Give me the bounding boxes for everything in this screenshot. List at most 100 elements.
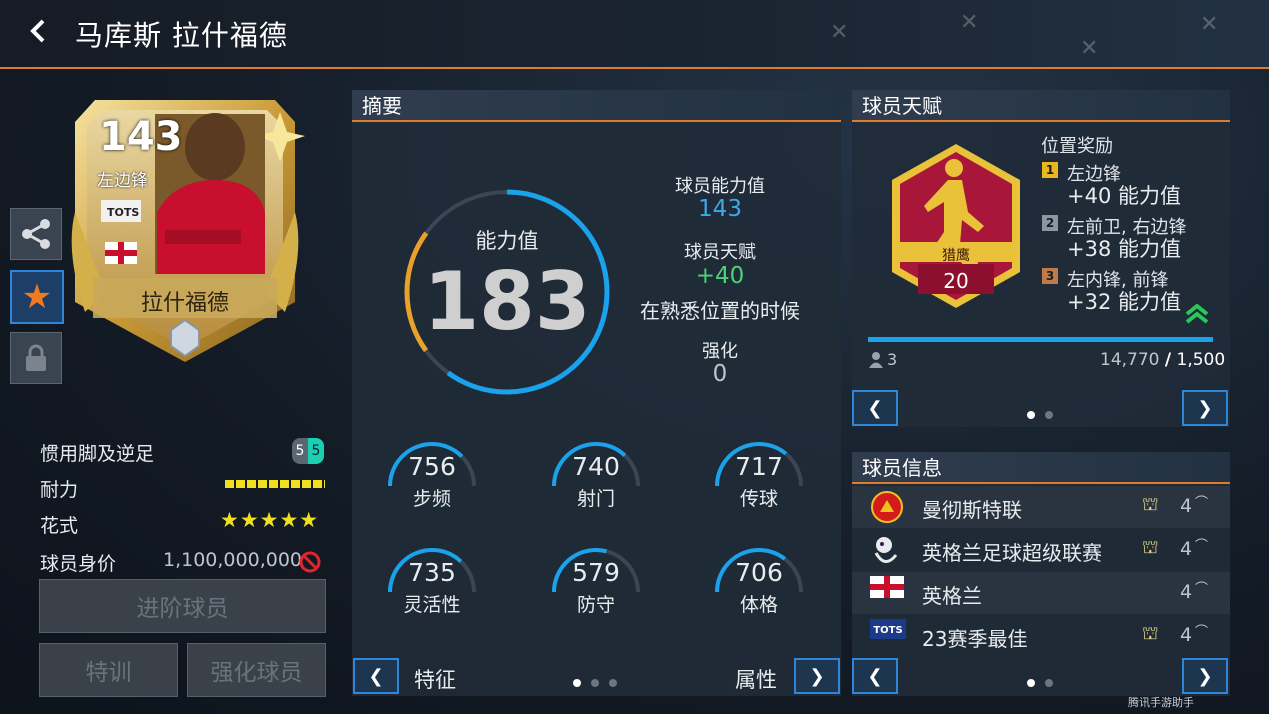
train-button[interactable]: 特训 — [39, 643, 178, 697]
stamina-label: 耐力 — [40, 479, 79, 501]
player-ovr-label: 球员能力值 — [675, 176, 765, 197]
attribute-value: 735 — [408, 558, 456, 587]
attribute-1: 740 射门 — [541, 440, 651, 530]
info-row-num: 4 — [1180, 624, 1193, 646]
attribute-label: 灵活性 — [403, 594, 461, 616]
summary-footer-right: 属性 — [735, 668, 777, 692]
attribute-value: 579 — [572, 558, 620, 587]
wifi-icon: ⌒ — [1195, 539, 1209, 554]
bonus-value: +32 能力值 — [1067, 290, 1181, 314]
price-label: 球员身价 — [40, 553, 117, 575]
advance-player-button[interactable]: 进阶球员 — [39, 579, 326, 633]
chemistry-icon: ⛫ — [1142, 494, 1159, 515]
bonus-rank-badge: 3 — [1042, 268, 1058, 284]
decor-cross-icon: ✕ — [1080, 36, 1099, 61]
info-row[interactable]: 曼彻斯特联 ⛫ 4 ⌒ — [852, 486, 1230, 528]
share-icon — [22, 219, 50, 249]
summary-title: 摘要 — [352, 90, 841, 122]
decor-cross-icon: ✕ — [960, 10, 979, 35]
talent-note: 在熟悉位置的时候 — [640, 299, 800, 323]
attribute-value: 740 — [572, 452, 620, 481]
decor-cross-icon: ✕ — [830, 20, 849, 45]
info-row[interactable]: 英格兰 4 ⌒ — [852, 572, 1230, 614]
pager-dot — [573, 679, 581, 687]
bonus-value: +40 能力值 — [1067, 184, 1181, 208]
bonus-value: +38 能力值 — [1067, 237, 1181, 261]
share-button[interactable] — [10, 208, 62, 260]
lock-icon — [26, 344, 46, 371]
wifi-icon: ⌒ — [1195, 582, 1209, 597]
info-row[interactable]: TOTS 23赛季最佳 ⛫ 4 ⌒ — [852, 615, 1230, 657]
chemistry-icon: ⛫ — [1142, 537, 1159, 558]
attribute-0: 756 步频 — [377, 440, 487, 530]
attribute-label: 体格 — [739, 594, 778, 616]
card-name: 拉什福德 — [140, 291, 229, 316]
wifi-icon: ⌒ — [1195, 625, 1209, 640]
price-value: 1,100,000,000 — [163, 549, 303, 571]
boost-value: 0 — [712, 361, 728, 387]
player-card[interactable]: 143 左边锋 TOTS 拉什福德 — [65, 92, 305, 367]
info-row-name: 曼彻斯特联 — [922, 498, 1022, 522]
watermark: 腾讯手游助手 — [1128, 696, 1194, 709]
strong-foot-value: 5 — [292, 438, 308, 464]
summary-footer-left: 特征 — [414, 668, 456, 692]
bonus-rank-badge: 1 — [1042, 162, 1058, 178]
attribute-value: 706 — [735, 558, 783, 587]
svg-text:TOTS: TOTS — [873, 625, 902, 636]
info-pager — [1022, 672, 1058, 691]
chemistry-icon: ⛫ — [1142, 623, 1159, 644]
wifi-icon: ⌒ — [1195, 496, 1209, 511]
attribute-5: 706 体格 — [704, 546, 814, 636]
decor-cross-icon: ✕ — [1200, 12, 1219, 37]
talent-progress-text: 14,770 / 1,500 — [1100, 350, 1226, 370]
info-row-num: 4 — [1180, 495, 1193, 517]
talent-value: +40 — [695, 263, 745, 289]
overall-value: 183 — [423, 255, 591, 348]
player-ovr-value: 143 — [698, 196, 742, 222]
league-icon — [870, 533, 900, 571]
pager-dot — [1027, 411, 1035, 419]
card-rating: 143 — [99, 114, 183, 160]
foot-rating: 5 5 — [292, 438, 324, 464]
summary-next-button[interactable]: ❯ — [794, 658, 840, 694]
boost-player-button[interactable]: 强化球员 — [187, 643, 326, 697]
star-icon: ★ — [21, 277, 53, 317]
talent-progress-bar — [868, 337, 1213, 342]
summary-prev-button[interactable]: ❮ — [353, 658, 399, 694]
back-button[interactable] — [22, 18, 54, 50]
info-row-name: 23赛季最佳 — [922, 627, 1028, 651]
talent-next-button[interactable]: ❯ — [1182, 390, 1228, 426]
attribute-value: 717 — [735, 452, 783, 481]
talent-prev-button[interactable]: ❮ — [852, 390, 898, 426]
info-row-name: 英格兰足球超级联赛 — [922, 541, 1102, 565]
attribute-label: 射门 — [576, 488, 615, 510]
chevron-left-icon — [30, 19, 45, 43]
info-next-button[interactable]: ❯ — [1182, 658, 1228, 694]
attribute-value: 756 — [408, 452, 456, 481]
boost-label: 强化 — [702, 341, 738, 362]
attribute-label: 步频 — [412, 488, 451, 510]
info-row-num: 4 — [1180, 581, 1193, 603]
weak-foot-value: 5 — [308, 438, 324, 464]
pager-dot — [1045, 411, 1053, 419]
pager-dot — [591, 679, 599, 687]
info-row[interactable]: 英格兰足球超级联赛 ⛫ 4 ⌒ — [852, 529, 1230, 571]
attribute-3: 735 灵活性 — [377, 546, 487, 636]
attribute-4: 579 防守 — [541, 546, 651, 636]
info-row-name: 英格兰 — [922, 584, 982, 608]
talent-count: 3 — [887, 350, 898, 369]
summary-pager — [568, 672, 622, 691]
pager-dot — [1027, 679, 1035, 687]
card-position: 左边锋 — [97, 171, 148, 191]
pager-dot — [1045, 679, 1053, 687]
lock-button[interactable] — [10, 332, 62, 384]
skill-stars: ★★★★★ — [220, 508, 320, 532]
info-prev-button[interactable]: ❮ — [852, 658, 898, 694]
overall-label: 能力值 — [475, 229, 539, 253]
favorite-button[interactable]: ★ — [10, 270, 64, 324]
stamina-bar — [225, 480, 325, 488]
bonus-rank-badge: 2 — [1042, 215, 1058, 231]
progress-total: 1,500 — [1176, 350, 1226, 370]
no-trade-icon — [299, 551, 321, 573]
talent-pager — [1022, 404, 1058, 423]
